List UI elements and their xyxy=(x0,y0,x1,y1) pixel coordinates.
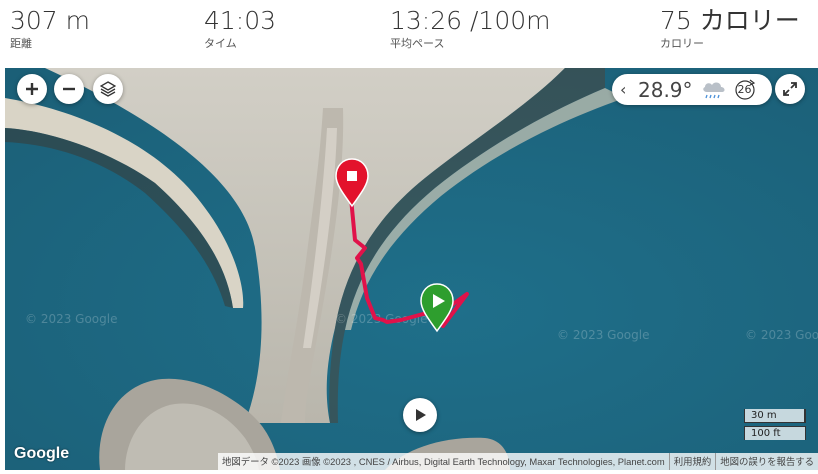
stat-time: 41:03 タイム xyxy=(204,6,276,51)
distance-label: 距離 xyxy=(10,37,32,50)
weather-temperature: 28.9° xyxy=(638,77,693,102)
zoom-in-button[interactable] xyxy=(17,74,47,104)
weather-widget[interactable]: ‹ 28.9° 26 xyxy=(612,74,772,105)
map-layers-button[interactable] xyxy=(93,74,123,104)
end-marker-icon xyxy=(335,158,369,208)
play-route-button[interactable] xyxy=(403,398,437,432)
pace-label: 平均ペース xyxy=(390,37,445,50)
expand-icon xyxy=(783,82,797,96)
pace-value: 13:26 /100m xyxy=(390,6,551,35)
map-attribution: 地図データ ©2023 画像 ©2023 , CNES / Airbus, Di… xyxy=(218,453,818,470)
distance-value: 307 m xyxy=(10,6,91,35)
fullscreen-button[interactable] xyxy=(775,74,805,104)
report-error-link[interactable]: 地図の誤りを報告する xyxy=(715,453,818,470)
google-logo: Google xyxy=(14,445,70,462)
map-view[interactable]: © 2023 Google © 2023 Google © 2023 Googl… xyxy=(5,68,818,470)
calories-label: カロリー xyxy=(660,37,704,50)
time-value: 41:03 xyxy=(204,6,277,35)
wind-indicator: 26 xyxy=(733,78,757,102)
stat-calories: 75 カロリー カロリー xyxy=(660,6,800,51)
map-scale: 30 m 100 ft xyxy=(744,409,806,440)
stat-distance: 307 m 距離 xyxy=(10,6,90,51)
attribution-text: 地図データ ©2023 画像 ©2023 , CNES / Airbus, Di… xyxy=(222,456,665,467)
stat-pace: 13:26 /100m 平均ペース xyxy=(390,6,551,51)
scale-imperial: 100 ft xyxy=(744,426,806,440)
scale-metric: 30 m xyxy=(744,409,806,423)
start-marker-icon xyxy=(420,283,454,333)
minus-icon xyxy=(63,87,75,91)
plus-icon xyxy=(26,83,38,95)
layers-icon xyxy=(100,81,116,97)
terms-link[interactable]: 利用規約 xyxy=(668,453,716,470)
chevron-left-icon[interactable]: ‹ xyxy=(620,80,634,99)
rain-cloud-icon xyxy=(702,82,725,98)
activity-stats-bar: 307 m 距離 41:03 タイム 13:26 /100m 平均ペース 75 … xyxy=(0,0,818,68)
time-label: タイム xyxy=(204,37,237,50)
zoom-out-button[interactable] xyxy=(54,74,84,104)
play-icon xyxy=(416,409,426,421)
calories-value: 75 カロリー xyxy=(660,6,800,35)
wind-speed: 26 xyxy=(737,82,752,96)
